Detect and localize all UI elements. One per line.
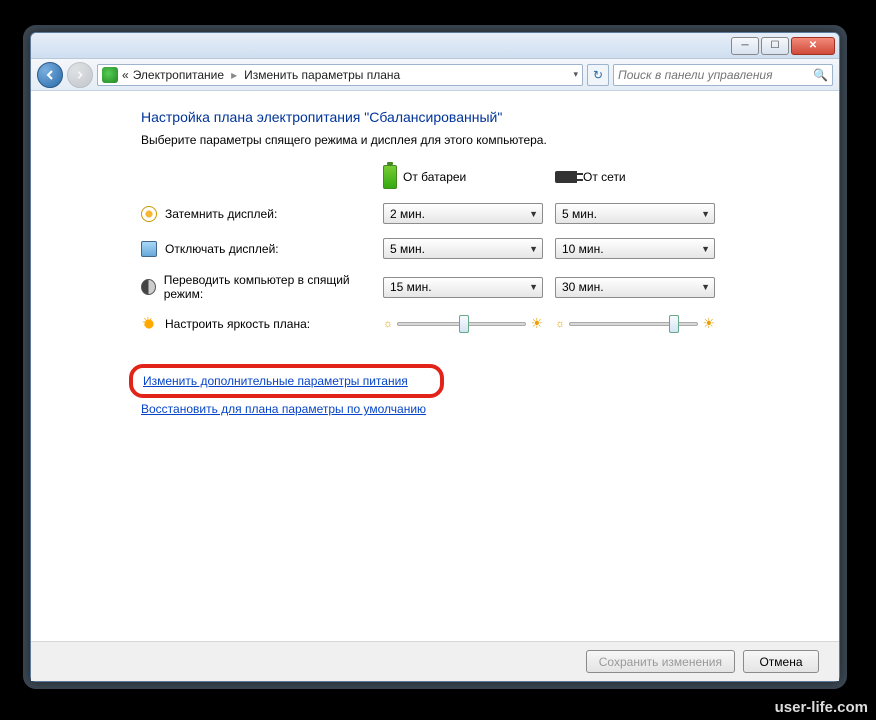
address-bar[interactable]: « Электропитание ▸ Изменить параметры пл… bbox=[97, 64, 583, 86]
save-button: Сохранить изменения bbox=[586, 650, 735, 673]
dim-ac-value: 5 мин. bbox=[562, 207, 597, 221]
chevron-down-icon: ▼ bbox=[701, 244, 710, 254]
chevron-down-icon: ▼ bbox=[529, 282, 538, 292]
brightness-icon bbox=[141, 316, 157, 332]
row-brightness-label: Настроить яркость плана: bbox=[165, 317, 310, 331]
minimize-button[interactable]: ─ bbox=[731, 37, 759, 55]
row-sleep: Переводить компьютер в спящий режим: bbox=[141, 273, 371, 301]
arrow-right-icon bbox=[75, 70, 85, 80]
highlight-annotation: Изменить дополнительные параметры питани… bbox=[129, 364, 444, 398]
sun-low-icon: ☼ bbox=[383, 318, 393, 330]
sleep-battery-value: 15 мин. bbox=[390, 280, 432, 294]
chevron-down-icon: ▼ bbox=[701, 209, 710, 219]
brightness-ac-slider[interactable] bbox=[569, 322, 698, 326]
nav-back-button[interactable] bbox=[37, 62, 63, 88]
row-sleep-label: Переводить компьютер в спящий режим: bbox=[164, 273, 371, 301]
dim-ac-select[interactable]: 5 мин. ▼ bbox=[555, 203, 715, 224]
off-ac-select[interactable]: 10 мин. ▼ bbox=[555, 238, 715, 259]
off-ac-value: 10 мин. bbox=[562, 242, 604, 256]
advanced-settings-link[interactable]: Изменить дополнительные параметры питани… bbox=[143, 374, 408, 388]
slider-thumb[interactable] bbox=[669, 315, 679, 333]
row-brightness: Настроить яркость плана: bbox=[141, 316, 371, 332]
plug-icon bbox=[555, 171, 577, 183]
column-ac: От сети bbox=[555, 170, 715, 184]
arrow-left-icon bbox=[44, 69, 56, 81]
off-battery-select[interactable]: 5 мин. ▼ bbox=[383, 238, 543, 259]
column-battery: От батареи bbox=[383, 165, 543, 189]
cancel-button[interactable]: Отмена bbox=[743, 650, 819, 673]
row-dim-label: Затемнить дисплей: bbox=[165, 207, 277, 221]
dim-icon bbox=[141, 206, 157, 222]
dim-battery-value: 2 мин. bbox=[390, 207, 425, 221]
chevron-down-icon: ▼ bbox=[701, 282, 710, 292]
sleep-battery-select[interactable]: 15 мин. ▼ bbox=[383, 277, 543, 298]
content-pane: Настройка плана электропитания "Сбаланси… bbox=[31, 91, 839, 641]
links-group: Изменить дополнительные параметры питани… bbox=[141, 364, 809, 416]
sleep-ac-select[interactable]: 30 мин. ▼ bbox=[555, 277, 715, 298]
breadcrumb-edit-plan[interactable]: Изменить параметры плана bbox=[244, 68, 400, 82]
settings-grid: От батареи От сети Затемнить дисплей: 2 … bbox=[141, 165, 809, 332]
address-dropdown-icon[interactable]: ▾ bbox=[573, 69, 578, 80]
chevron-down-icon: ▼ bbox=[529, 209, 538, 219]
row-off-display: Отключать дисплей: bbox=[141, 241, 371, 257]
power-options-icon bbox=[102, 67, 118, 83]
row-off-label: Отключать дисплей: bbox=[165, 242, 279, 256]
chevron-down-icon: ▼ bbox=[529, 244, 538, 254]
row-dim-display: Затемнить дисплей: bbox=[141, 206, 371, 222]
off-battery-value: 5 мин. bbox=[390, 242, 425, 256]
slider-thumb[interactable] bbox=[459, 315, 469, 333]
brightness-battery-slider[interactable] bbox=[397, 322, 526, 326]
search-box[interactable]: 🔍 bbox=[613, 64, 833, 86]
column-battery-label: От батареи bbox=[403, 170, 466, 184]
battery-icon bbox=[383, 165, 397, 189]
sleep-icon bbox=[141, 279, 156, 295]
display-icon bbox=[141, 241, 157, 257]
restore-defaults-link[interactable]: Восстановить для плана параметры по умол… bbox=[141, 402, 426, 416]
dim-battery-select[interactable]: 2 мин. ▼ bbox=[383, 203, 543, 224]
page-subtitle: Выберите параметры спящего режима и дисп… bbox=[141, 133, 809, 147]
sun-low-icon: ☼ bbox=[555, 318, 565, 330]
breadcrumb-power[interactable]: Электропитание bbox=[133, 68, 224, 82]
breadcrumb-sep-icon: ▸ bbox=[231, 68, 237, 82]
column-ac-label: От сети bbox=[583, 170, 626, 184]
navbar: « Электропитание ▸ Изменить параметры пл… bbox=[31, 59, 839, 91]
sun-high-icon: ☀ bbox=[702, 315, 715, 332]
search-input[interactable] bbox=[618, 68, 813, 82]
sleep-ac-value: 30 мин. bbox=[562, 280, 604, 294]
page-title: Настройка плана электропитания "Сбаланси… bbox=[141, 109, 809, 125]
breadcrumb-prefix: « bbox=[122, 68, 129, 82]
titlebar: ─ ☐ ✕ bbox=[31, 33, 839, 59]
nav-forward-button[interactable] bbox=[67, 62, 93, 88]
search-icon[interactable]: 🔍 bbox=[813, 68, 828, 82]
close-button[interactable]: ✕ bbox=[791, 37, 835, 55]
watermark: user-life.com bbox=[775, 699, 868, 716]
footer: Сохранить изменения Отмена bbox=[31, 641, 839, 681]
brightness-ac-slider-group: ☼ ☀ bbox=[555, 315, 715, 332]
control-panel-window: ─ ☐ ✕ « Электропитание ▸ Изменить параме… bbox=[30, 32, 840, 682]
maximize-button[interactable]: ☐ bbox=[761, 37, 789, 55]
refresh-button[interactable]: ↻ bbox=[587, 64, 609, 86]
sun-high-icon: ☀ bbox=[530, 315, 543, 332]
refresh-icon: ↻ bbox=[593, 68, 603, 82]
brightness-battery-slider-group: ☼ ☀ bbox=[383, 315, 543, 332]
